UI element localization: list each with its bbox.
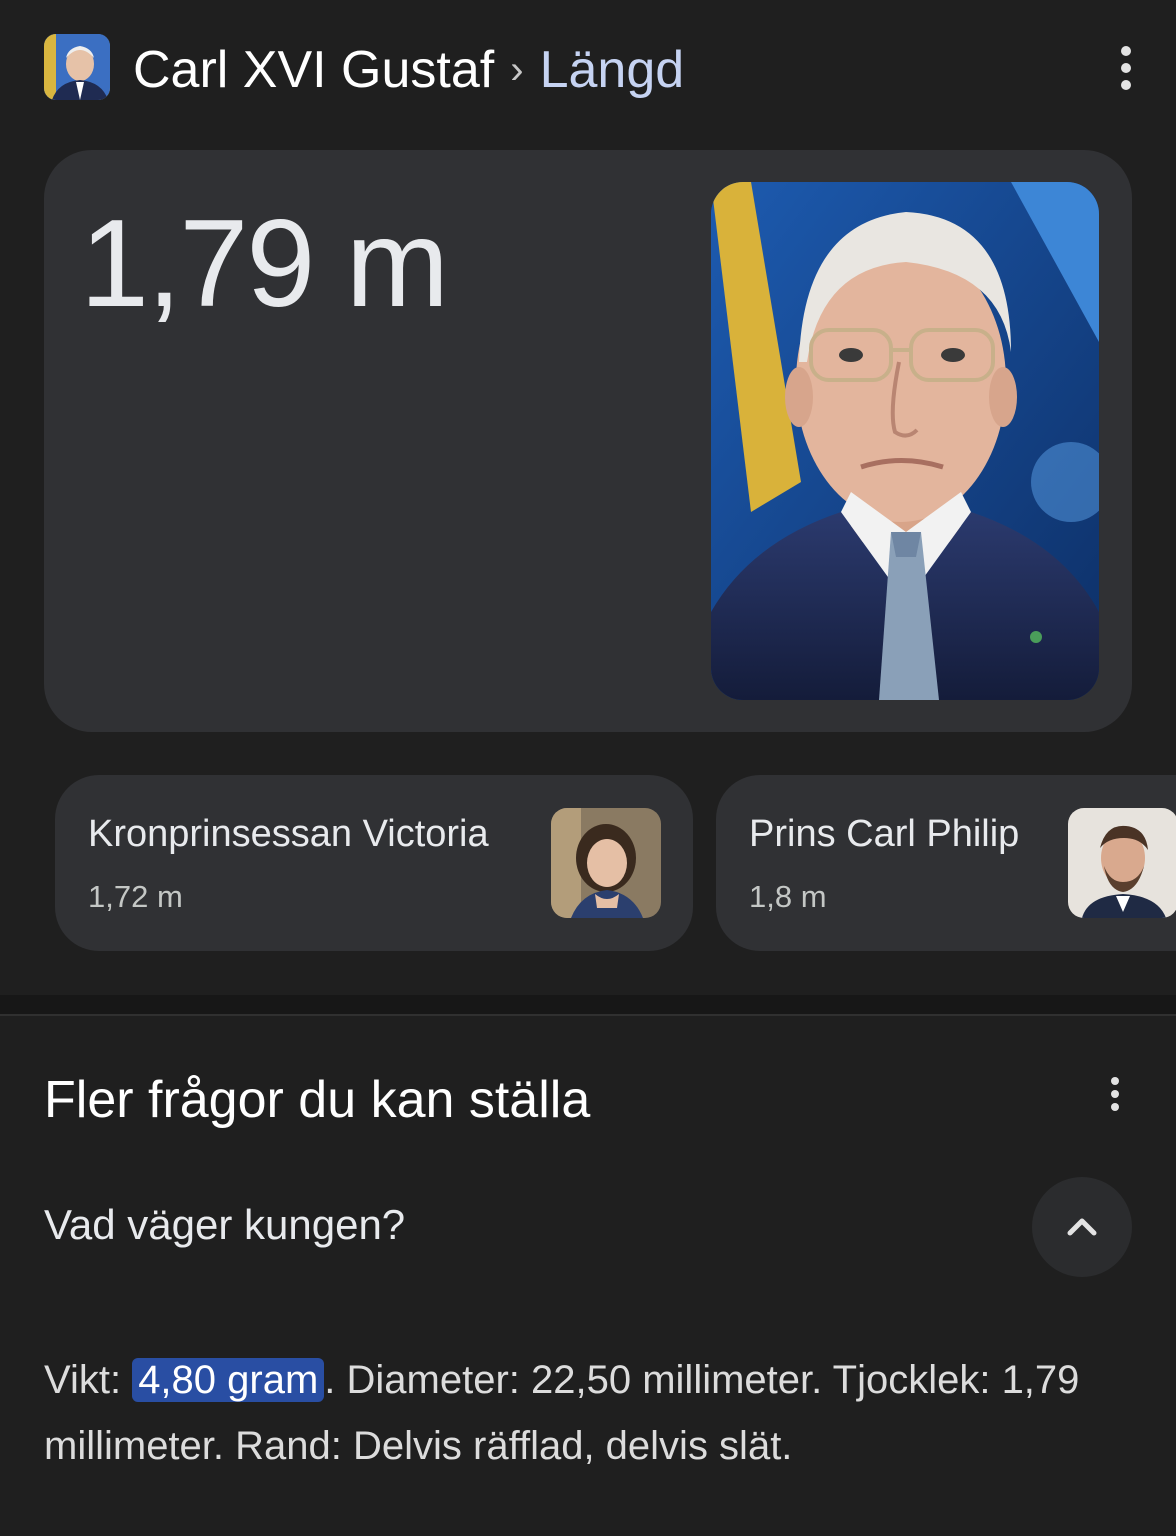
more-vert-icon[interactable]: [1112, 40, 1140, 96]
breadcrumb-attribute[interactable]: Längd: [540, 40, 685, 100]
entity-avatar-icon[interactable]: [44, 34, 110, 100]
breadcrumb: Carl XVI Gustaf › Längd: [133, 36, 684, 104]
section-divider: [0, 995, 1176, 1015]
answer-highlight: 4,80 gram: [132, 1358, 325, 1402]
related-name: Kronprinsessan Victoria: [88, 813, 489, 855]
collapse-button[interactable]: [1032, 1177, 1132, 1277]
breadcrumb-separator: ›: [510, 47, 524, 92]
answer-label: Vikt:: [44, 1358, 133, 1402]
header-bar: Carl XVI Gustaf › Längd: [0, 0, 1176, 140]
more-vert-icon[interactable]: [1102, 1074, 1128, 1114]
related-height: 1,8 m: [749, 879, 827, 914]
related-card-victoria[interactable]: Kronprinsessan Victoria 1,72 m: [55, 775, 693, 951]
related-people-carousel[interactable]: Kronprinsessan Victoria 1,72 m Prins Car…: [0, 775, 1176, 953]
related-name: Prins Carl Philip: [749, 813, 1020, 855]
height-value: 1,79 m: [80, 195, 449, 333]
section-divider-line: [0, 1014, 1176, 1016]
chevron-up-icon: [1067, 1218, 1097, 1236]
related-card-carl-philip[interactable]: Prins Carl Philip 1,8 m: [716, 775, 1176, 951]
portrait-thumbnail: [551, 808, 661, 918]
answer-card: 1,79 m: [44, 150, 1132, 732]
portrait-photo[interactable]: [711, 182, 1099, 700]
related-height: 1,72 m: [88, 879, 183, 914]
section-title: Fler frågor du kan ställa: [44, 1071, 591, 1129]
answer-snippet: Vikt: 4,80 gram. Diameter: 22,50 millime…: [44, 1347, 1134, 1479]
question-text[interactable]: Vad väger kungen?: [44, 1201, 405, 1249]
portrait-thumbnail: [1068, 808, 1176, 918]
breadcrumb-entity[interactable]: Carl XVI Gustaf: [133, 40, 494, 100]
